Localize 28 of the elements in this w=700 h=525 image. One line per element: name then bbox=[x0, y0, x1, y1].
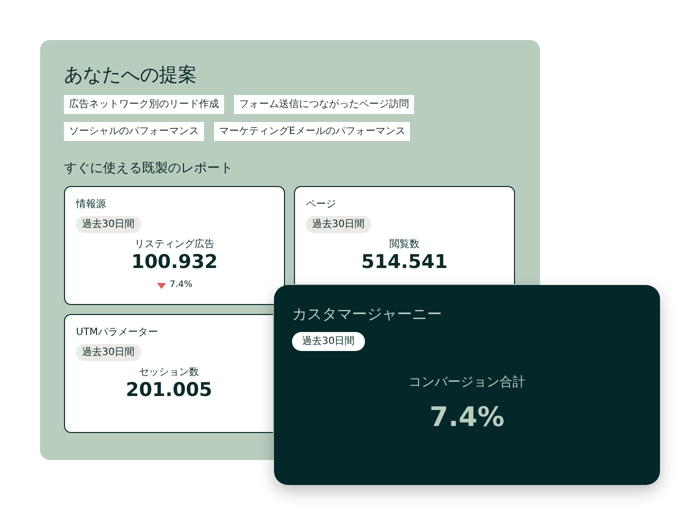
metric-label: セッション数 bbox=[139, 366, 199, 380]
trend-value: 7.4% bbox=[170, 279, 192, 292]
down-triangle-icon bbox=[156, 282, 166, 289]
section-subtitle: すぐに使える既製のレポート bbox=[64, 160, 234, 178]
panel-title: あなたへの提案 bbox=[64, 64, 198, 87]
card-title: ページ bbox=[306, 198, 336, 212]
report-card[interactable]: 情報源 過去30日間 リスティング広告 100.932 7.4% bbox=[64, 186, 285, 306]
metric-label: リスティング広告 bbox=[134, 238, 214, 252]
customer-journey-card[interactable]: カスタマージャーニー 過去30日間 コンバージョン合計 7.4% bbox=[274, 285, 660, 485]
metric-value: 7.4% bbox=[430, 401, 504, 435]
card-title: UTMパラメーター bbox=[76, 326, 158, 340]
period-badge: 過去30日間 bbox=[76, 344, 141, 362]
suggestion-chip[interactable]: マーケティングEメールのパフォーマンス bbox=[214, 122, 410, 141]
report-card[interactable]: ページ 過去30日間 閲覧数 514.541 bbox=[294, 186, 515, 284]
card-title: カスタマージャーニー bbox=[292, 304, 442, 325]
suggestion-chip[interactable]: フォーム送信につながったページ訪問 bbox=[234, 94, 414, 114]
metric-value: 514.541 bbox=[361, 252, 448, 274]
metric-label: コンバージョン合計 bbox=[408, 374, 526, 392]
period-badge: 過去30日間 bbox=[76, 216, 141, 234]
card-title: 情報源 bbox=[76, 198, 106, 212]
report-card[interactable]: UTMパラメーター 過去30日間 セッション数 201.005 bbox=[64, 314, 273, 434]
period-badge: 過去30日間 bbox=[292, 332, 365, 350]
metric-value: 100.932 bbox=[131, 252, 218, 274]
suggestion-chip[interactable]: 広告ネットワーク別のリード作成 bbox=[64, 94, 224, 114]
metric-label: 閲覧数 bbox=[390, 238, 420, 252]
metric-value: 201.005 bbox=[126, 380, 212, 402]
suggestion-chip[interactable]: ソーシャルのパフォーマンス bbox=[64, 122, 204, 141]
period-badge: 過去30日間 bbox=[306, 216, 371, 234]
